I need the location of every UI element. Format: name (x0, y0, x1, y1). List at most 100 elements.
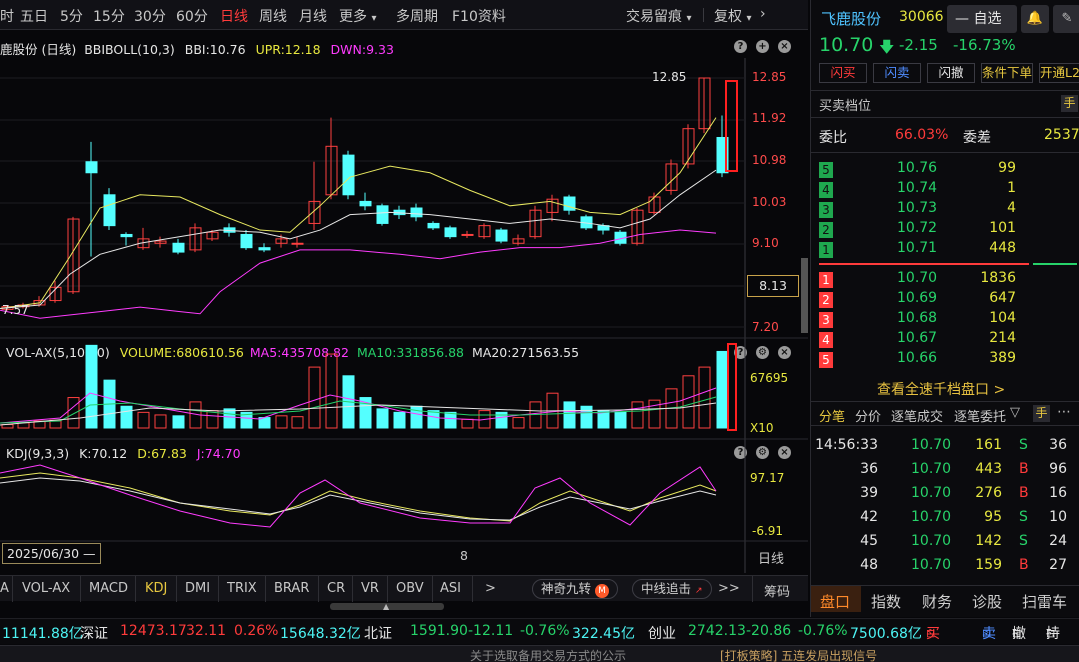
weicha-value: 2537 (1044, 127, 1079, 143)
tab-tick-trades[interactable]: 逐笔成交 (891, 406, 943, 425)
news-item[interactable]: [打板策略] 五连发局出现信号 (720, 647, 877, 662)
candle (85, 161, 98, 174)
tab-indicator[interactable]: A (0, 581, 9, 596)
sell-price[interactable]: 10.74 (897, 180, 937, 196)
candle (444, 227, 457, 238)
sell-volume: 101 (989, 220, 1016, 236)
tab-minesweeper[interactable]: 扫雷车 (1022, 591, 1067, 612)
tab-more[interactable]: 更多 ▾ (339, 6, 376, 26)
chevron-up-icon[interactable]: ▲ (383, 602, 389, 611)
tab-vol-ax[interactable]: VOL-AX (22, 581, 70, 596)
hand-toggle[interactable]: 手 (1033, 405, 1050, 422)
tab-5day[interactable]: 五日 (20, 6, 48, 26)
market-ticker: 11141.88亿 深证 12473.17 32.11 0.26% 15648.32亿 北证… (0, 618, 1079, 644)
buy-price[interactable]: 10.68 (897, 310, 937, 326)
sell-level-badge: 1 (819, 242, 833, 258)
flash-sell-button[interactable]: 闪卖 (873, 63, 921, 83)
ticker-item: -12.11 (468, 623, 514, 639)
tab-f10[interactable]: F10资料 (452, 6, 506, 26)
tab-index[interactable]: 指数 (871, 591, 901, 612)
edit-icon[interactable]: ✎ (1053, 5, 1079, 33)
tab-30min[interactable]: 30分 (134, 6, 166, 26)
tab-obv[interactable]: OBV (396, 581, 424, 596)
tab-dmi[interactable]: DMI (185, 581, 210, 596)
tab-multi-period[interactable]: 多周期 (396, 6, 438, 26)
buy-price[interactable]: 10.69 (897, 290, 937, 306)
tab-brar[interactable]: BRAR (274, 581, 309, 596)
candle (120, 233, 133, 238)
tab-weekly[interactable]: 周线 (259, 6, 287, 26)
l2-button[interactable]: 开通L2 (1039, 63, 1079, 83)
tab-price-volume[interactable]: 分价 (855, 406, 881, 425)
tab-trix[interactable]: TRIX (227, 581, 257, 596)
sell-price[interactable]: 10.73 (897, 200, 937, 216)
tab-kdj[interactable]: KDJ (145, 581, 167, 596)
tick-price: 10.70 (911, 557, 952, 573)
tab-ticks[interactable]: 分笔 (819, 406, 845, 425)
add-watchlist-button[interactable]: — 自选 (947, 5, 1017, 33)
tab-diagnose[interactable]: 诊股 (972, 591, 1002, 612)
tick-time: 45 (860, 533, 878, 549)
tab-15min[interactable]: 15分 (93, 6, 125, 26)
quote-panel: 飞鹿股份 30066 — 自选 🔔 ✎ 10.70 🡇 -2.15 -16.73… (810, 0, 1079, 617)
bell-icon[interactable]: 🔔 (1021, 5, 1049, 33)
news-item[interactable]: 关于选取备用交易方式的公示 (470, 647, 626, 662)
axis-label: 7.20 (752, 320, 779, 334)
tab-60min[interactable]: 60分 (176, 6, 208, 26)
more-indicators-button[interactable]: >> (718, 581, 740, 596)
axis-label: 10.03 (752, 195, 787, 209)
sell-price[interactable]: 10.72 (897, 220, 937, 236)
flash-cancel-button[interactable]: 闪撤 (927, 63, 975, 83)
sell-level-badge: 4 (819, 182, 833, 198)
kdj-line (0, 464, 717, 528)
sell-button[interactable]: ⊡ 卖 (982, 623, 996, 643)
buy-price[interactable]: 10.70 (897, 270, 937, 286)
sell-price[interactable]: 10.71 (897, 240, 937, 256)
sell-level-badge: 5 (819, 162, 833, 178)
volume-bar (427, 410, 440, 429)
midline-chase-button[interactable]: 中线追击 ↗ (632, 579, 712, 599)
hand-toggle[interactable]: 手 (1061, 95, 1078, 112)
buy-price[interactable]: 10.66 (897, 350, 937, 366)
chevron-right-icon[interactable]: › (760, 6, 766, 22)
tabs-next-arrow[interactable]: > (485, 581, 496, 596)
buy-price[interactable]: 10.67 (897, 330, 937, 346)
magic-nine-button[interactable]: 神奇九转 M (532, 579, 618, 599)
depth-link[interactable]: 查看全速千档盘口 > (877, 379, 1005, 399)
adjust-button[interactable]: 复权 ▾ (714, 6, 751, 26)
trade-trace-button[interactable]: 交易留痕 ▾ (626, 6, 691, 26)
price-chart[interactable] (0, 33, 808, 573)
volume-bar (376, 408, 389, 429)
volume-bar (308, 366, 321, 429)
news-strip: 关于选取备用交易方式的公示 [打板策略] 五连发局出现信号 (0, 645, 1079, 662)
tab-finance[interactable]: 财务 (922, 591, 952, 612)
buy-level-badge: 5 (819, 352, 833, 368)
conditional-order-button[interactable]: 条件下单 (981, 63, 1033, 83)
tab-monthly[interactable]: 月线 (299, 6, 327, 26)
chevron-down-icon: ▾ (686, 13, 692, 24)
position-button[interactable]: ⊡ 持 (1046, 623, 1060, 643)
tab-daily[interactable]: 日线 (220, 6, 248, 26)
sell-price[interactable]: 10.76 (897, 160, 937, 176)
buy-level-badge: 1 (819, 272, 833, 288)
tick-time: 48 (860, 557, 878, 573)
tab-tick-orders[interactable]: 逐笔委托 (954, 406, 1006, 425)
indicator-tabs: A VOL-AX MACD KDJ DMI TRIX BRAR CR VR OB… (0, 575, 808, 602)
chart-scrollbar[interactable] (801, 258, 808, 333)
ticker-item: 32.11 (186, 623, 227, 639)
tab-vr[interactable]: VR (361, 581, 379, 596)
tab-macd[interactable]: MACD (89, 581, 128, 596)
buy-button[interactable]: ⊡ 买 (926, 623, 940, 643)
ticker-item: 深证 (80, 626, 108, 642)
cancel-button[interactable]: ⊡ 撤 (1012, 623, 1026, 643)
tab-cr[interactable]: CR (327, 581, 345, 596)
chip-button[interactable]: 筹码 (764, 581, 790, 600)
filter-icon[interactable]: ▽ (1010, 405, 1020, 420)
more-icon[interactable]: ⋯ (1057, 404, 1071, 420)
tab-asi[interactable]: ASI (440, 581, 461, 596)
tab-time[interactable]: 时 (0, 6, 14, 26)
tab-order-book[interactable]: 盘口 (820, 591, 850, 612)
volume-bar (120, 405, 133, 429)
flash-buy-button[interactable]: 闪买 (819, 63, 867, 83)
tab-5min[interactable]: 5分 (60, 6, 83, 26)
